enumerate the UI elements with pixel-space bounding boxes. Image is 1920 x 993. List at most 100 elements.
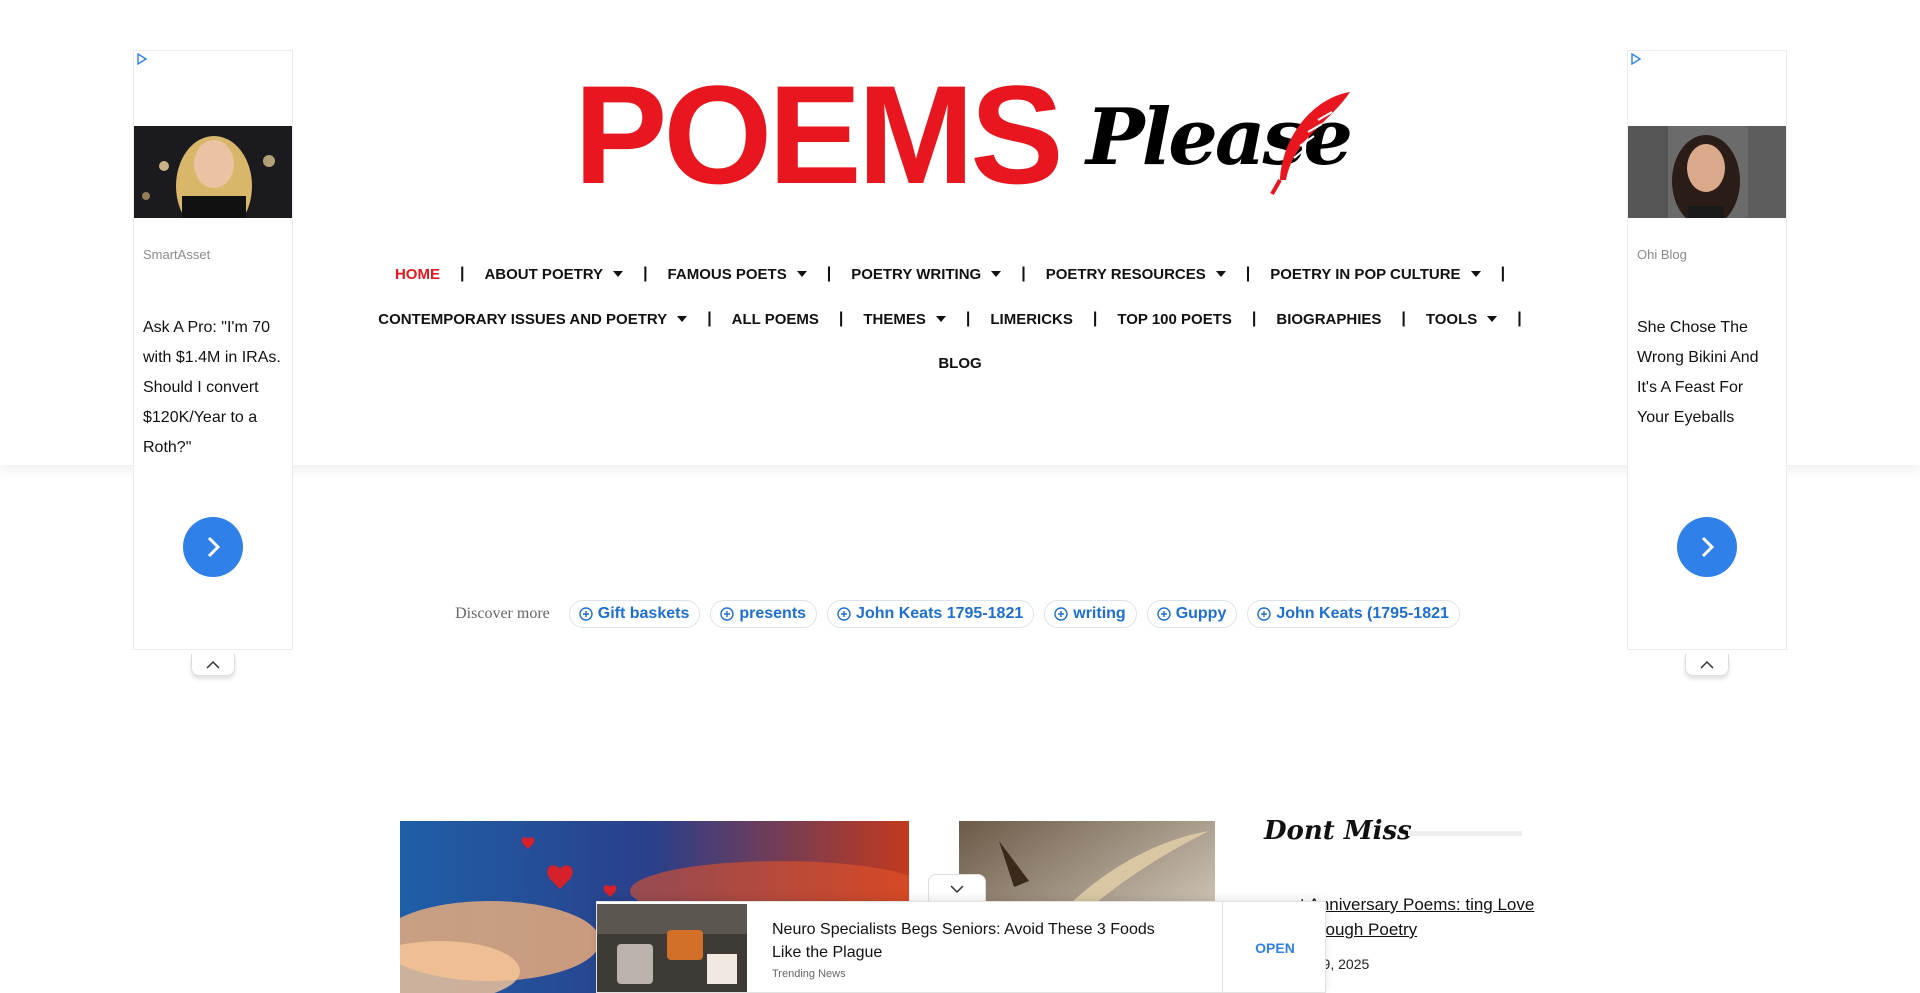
- nav-tools[interactable]: TOOLS: [1425, 310, 1498, 328]
- nav-poetry-writing-label: POETRY WRITING: [851, 265, 982, 283]
- nav-separator: |: [838, 310, 844, 327]
- nav-separator: |: [1500, 265, 1506, 282]
- nav-about-poetry-label: ABOUT POETRY: [484, 265, 604, 283]
- chip-label: Gift baskets: [597, 605, 690, 622]
- nav-all-poems-label: ALL POEMS: [731, 310, 819, 328]
- nav-themes[interactable]: THEMES: [863, 311, 946, 328]
- nav-separator: |: [826, 265, 832, 282]
- ad-collapse-button[interactable]: [1685, 654, 1729, 676]
- nav-contemporary-issues[interactable]: CONTEMPORARY ISSUES AND POETRY: [378, 310, 688, 328]
- nav-famous-poets-label: FAMOUS POETS: [667, 265, 787, 283]
- nav-biographies[interactable]: BIOGRAPHIES: [1276, 311, 1381, 328]
- ad-open-button[interactable]: OPEN: [1223, 902, 1327, 993]
- caret-down-icon: [1487, 316, 1498, 322]
- nav-tools-label: TOOLS: [1425, 310, 1478, 328]
- chip-label: presents: [739, 605, 807, 622]
- caret-down-icon: [677, 316, 688, 322]
- chip-label: John Keats 1795-1821: [856, 605, 1024, 622]
- ad-headline[interactable]: She Chose The Wrong Bikini And It's A Fe…: [1637, 313, 1779, 433]
- chevron-up-icon: [1700, 660, 1714, 669]
- nav-limericks[interactable]: LIMERICKS: [990, 311, 1073, 328]
- ad-image[interactable]: [1628, 126, 1786, 218]
- nav-separator: |: [459, 265, 465, 282]
- nav-poetry-resources[interactable]: POETRY RESOURCES: [1046, 266, 1226, 283]
- nav-all-poems[interactable]: ALL POEMS: [732, 311, 819, 328]
- caret-down-icon: [1215, 271, 1226, 277]
- plus-circle-icon: [1257, 607, 1272, 621]
- right-sidebar-ad[interactable]: Ohi Blog She Chose The Wrong Bikini And …: [1627, 50, 1787, 650]
- nav-separator: |: [1251, 310, 1257, 327]
- discover-more-label: Discover more: [455, 605, 550, 622]
- nav-contemporary-label: CONTEMPORARY ISSUES AND POETRY: [378, 310, 668, 328]
- ad-image[interactable]: [597, 904, 747, 992]
- discover-chip[interactable]: writing: [1044, 600, 1137, 628]
- nav-home[interactable]: HOME: [395, 266, 440, 283]
- plus-circle-icon: [1156, 607, 1171, 621]
- plus-circle-icon: [837, 607, 851, 621]
- quill-icon: [1270, 92, 1350, 195]
- ad-source: SmartAsset: [143, 247, 211, 262]
- nav-home-label: HOME: [394, 265, 440, 283]
- chip-label: John Keats (1795-1821: [1276, 605, 1449, 622]
- nav-blog-label: BLOG: [938, 355, 982, 372]
- nav-poetry-resources-label: POETRY RESOURCES: [1045, 265, 1206, 283]
- nav-top-100-label: TOP 100 POETS: [1117, 310, 1232, 328]
- ad-image[interactable]: [134, 126, 292, 218]
- nav-separator: |: [1517, 310, 1522, 327]
- site-logo[interactable]: POEMS Please: [574, 56, 1353, 213]
- nav-separator: |: [1021, 265, 1026, 282]
- left-sidebar-ad[interactable]: SmartAsset Ask A Pro: "I'm 70 with $1.4M…: [133, 50, 293, 650]
- ad-next-button[interactable]: [183, 517, 243, 577]
- ad-choices-icon[interactable]: [1630, 53, 1642, 65]
- nav-separator: |: [1092, 310, 1098, 327]
- ad-collapse-button[interactable]: [191, 654, 235, 676]
- nav-separator: |: [707, 310, 712, 327]
- nav-famous-poets[interactable]: FAMOUS POETS: [668, 266, 807, 283]
- caret-down-icon: [1470, 271, 1481, 277]
- bottom-sticky-ad[interactable]: Neuro Specialists Begs Seniors: Avoid Th…: [596, 901, 1326, 993]
- ad-headline[interactable]: Ask A Pro: "I'm 70 with $1.4M in IRAs. S…: [143, 313, 285, 463]
- heading-divider: [1408, 831, 1522, 836]
- chip-label: writing: [1073, 605, 1126, 622]
- caret-down-icon: [935, 316, 946, 322]
- ad-source: Ohi Blog: [1637, 247, 1687, 262]
- discover-chip[interactable]: presents: [710, 600, 818, 628]
- ad-choices-icon[interactable]: [136, 53, 148, 65]
- ad-next-button[interactable]: [1677, 517, 1737, 577]
- nav-biographies-label: BIOGRAPHIES: [1276, 310, 1382, 328]
- nav-top-100-poets[interactable]: TOP 100 POETS: [1117, 311, 1232, 328]
- caret-down-icon: [796, 271, 807, 277]
- plus-circle-icon: [720, 607, 735, 621]
- discover-chip[interactable]: John Keats (1795-1821: [1247, 600, 1460, 628]
- nav-poetry-writing[interactable]: POETRY WRITING: [851, 265, 1002, 283]
- chevron-down-icon: [950, 884, 964, 893]
- chevron-right-icon: [1701, 536, 1715, 558]
- dont-miss-heading: Dont Miss: [1264, 816, 1412, 846]
- nav-themes-label: THEMES: [863, 310, 926, 328]
- nav-limericks-label: LIMERICKS: [990, 310, 1073, 328]
- nav-separator: |: [643, 265, 648, 282]
- plus-circle-icon: [1054, 607, 1068, 621]
- chevron-up-icon: [206, 660, 220, 669]
- nav-separator: |: [965, 310, 971, 327]
- ad-source: Trending News: [772, 968, 846, 980]
- chevron-right-icon: [207, 536, 221, 558]
- nav-separator: |: [1401, 310, 1406, 327]
- nav-poetry-in-pop-culture[interactable]: POETRY IN POP CULTURE: [1270, 265, 1481, 283]
- caret-down-icon: [613, 271, 624, 277]
- discover-chip[interactable]: Guppy: [1146, 600, 1238, 628]
- plus-circle-icon: [579, 607, 593, 621]
- discover-more-bar: Discover more Gift baskets presents John…: [0, 600, 1920, 628]
- caret-down-icon: [991, 271, 1002, 277]
- logo-main-text: POEMS: [574, 56, 1064, 213]
- nav-pop-culture-label: POETRY IN POP CULTURE: [1270, 265, 1461, 283]
- nav-about-poetry[interactable]: ABOUT POETRY: [484, 265, 624, 283]
- discover-chip[interactable]: Gift baskets: [568, 600, 701, 628]
- bottom-ad-collapse-button[interactable]: [928, 874, 986, 902]
- ad-headline[interactable]: Neuro Specialists Begs Seniors: Avoid Th…: [772, 918, 1172, 964]
- dont-miss-article-link[interactable]: t Anniversary Poems: ting Love Through P…: [1300, 892, 1540, 942]
- chip-label: Guppy: [1175, 605, 1227, 622]
- nav-blog[interactable]: BLOG: [938, 355, 981, 372]
- nav-separator: |: [1245, 265, 1251, 282]
- discover-chip[interactable]: John Keats 1795-1821: [827, 600, 1035, 628]
